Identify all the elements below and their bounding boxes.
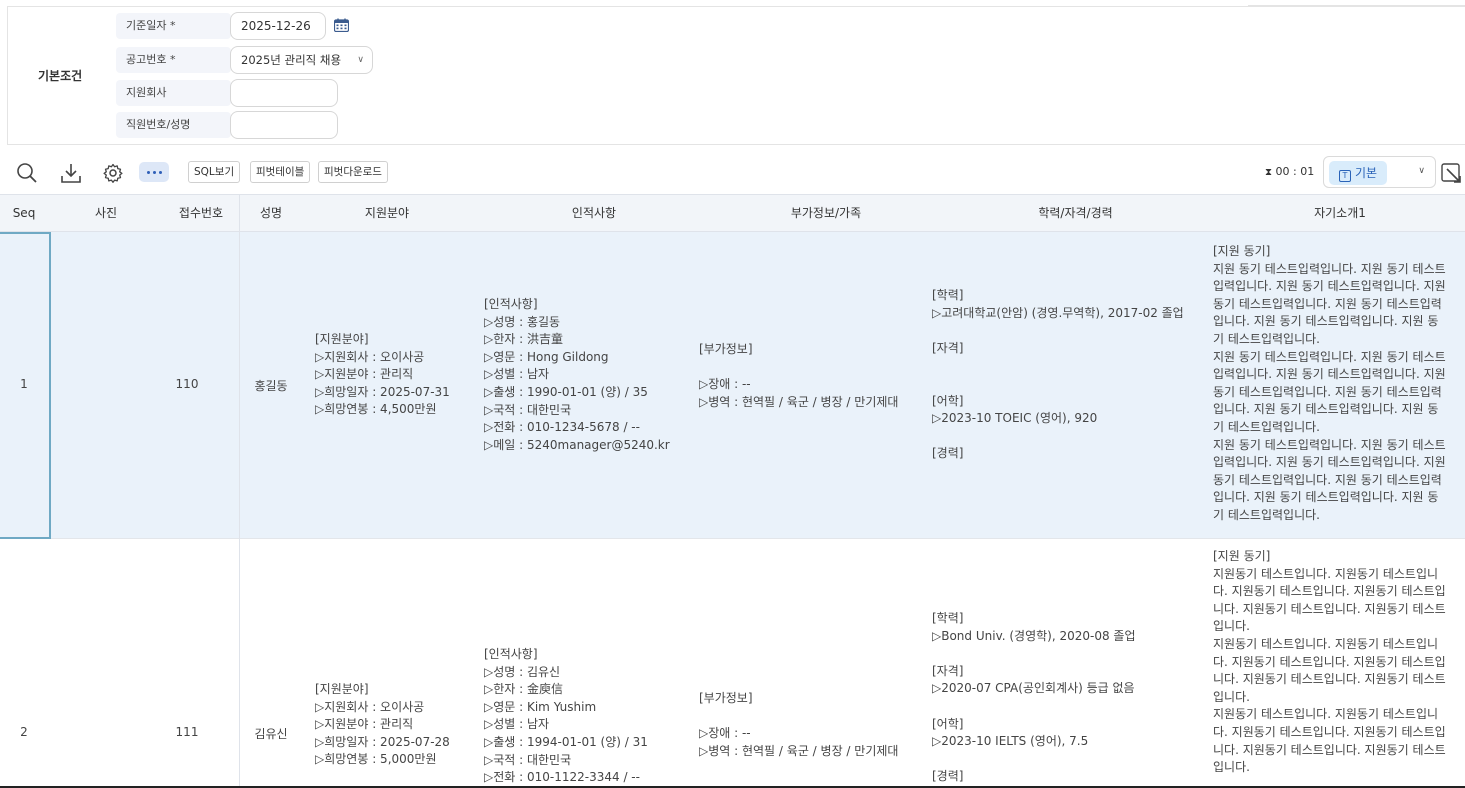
row2-extra: [부가정보] ▷장애 : -- ▷병역 : 현역필 / 육군 / 병장 / 만기…: [699, 691, 899, 758]
hourglass-icon: ⧗: [1265, 167, 1273, 178]
company-input[interactable]: [230, 79, 338, 107]
col-extra[interactable]: 부가정보/가족: [716, 195, 936, 233]
base-date-label: 기준일자 *: [116, 13, 231, 39]
pivot-table-button[interactable]: 피벗테이블: [250, 161, 311, 183]
col-seq[interactable]: Seq: [0, 195, 48, 233]
row2-education: [학력] ▷Bond Univ. (경영학), 2020-08 졸업 [자격] …: [932, 611, 1136, 784]
row1-education: [학력] ▷고려대학교(안암) (경영.무역학), 2017-02 졸업 [자격…: [932, 288, 1184, 461]
more-button[interactable]: [139, 162, 169, 182]
row1-self-intro: [지원 동기] 지원 동기 테스트입력입니다. 지원 동기 테스트입력입니다. …: [1213, 244, 1446, 522]
gear-icon[interactable]: [100, 160, 126, 186]
notice-no-select[interactable]: 2025년 관리직 채용 ∨: [230, 46, 373, 74]
chevron-down-icon: ∨: [1418, 166, 1425, 176]
col-field[interactable]: 지원분야: [302, 195, 472, 233]
calendar-icon[interactable]: [334, 18, 349, 32]
row2-personal: [인적사항] ▷성명 : 김유신 ▷한자 : 金庾信 ▷영문 : Kim Yus…: [484, 647, 648, 785]
col-photo[interactable]: 사진: [50, 195, 162, 233]
col-receipt-no[interactable]: 접수번호: [163, 195, 239, 233]
frozen-divider: [239, 194, 240, 788]
condition-group-label: 기본조건: [38, 69, 83, 83]
row2-self-intro: [지원 동기] 지원동기 테스트입니다. 지원동기 테스트입니다. 지원동기 테…: [1213, 549, 1446, 775]
employee-input[interactable]: [230, 111, 338, 139]
row1-personal: [인적사항] ▷성명 : 홍길동 ▷한자 : 洪吉童 ▷영문 : Hong Gi…: [484, 297, 670, 452]
employee-label: 직원번호/성명: [116, 112, 231, 138]
notice-no-label: 공고번호 *: [116, 47, 231, 73]
view-mode-pill: T 기본: [1329, 161, 1387, 185]
pivot-download-button[interactable]: 피벗다운로드: [318, 161, 388, 183]
row1-receipt-no: 110: [175, 377, 199, 391]
search-icon[interactable]: [14, 160, 40, 186]
base-date-input[interactable]: 2025-12-26: [230, 12, 326, 40]
company-label: 지원회사: [116, 80, 231, 106]
col-name[interactable]: 성명: [240, 195, 302, 233]
chevron-down-icon: ∨: [357, 55, 364, 65]
row1-name: 홍길동: [254, 379, 288, 393]
view-mode-select[interactable]: T 기본 ∨: [1323, 156, 1436, 188]
row2-field: [지원분야] ▷지원회사 : 오이사공 ▷지원분야 : 관리직 ▷희망일자 : …: [315, 682, 450, 767]
view-mode-value: 기본: [1355, 166, 1378, 180]
row1-field: [지원분야] ▷지원회사 : 오이사공 ▷지원분야 : 관리직 ▷희망일자 : …: [315, 332, 450, 417]
row2-seq: 2: [20, 725, 28, 739]
row1-seq: 1: [20, 377, 28, 391]
col-self-intro[interactable]: 자기소개1: [1215, 195, 1465, 233]
more-icon: [146, 170, 150, 174]
elapsed-timer: ⧗ 00 : 01: [1265, 165, 1314, 178]
row1-extra: [부가정보] ▷장애 : -- ▷병역 : 현역필 / 육군 / 병장 / 만기…: [699, 342, 899, 409]
grid-header: Seq 사진 접수번호 성명 지원분야 인적사항 부가정보/가족 학력/자격/경…: [0, 194, 1465, 232]
col-education[interactable]: 학력/자격/경력: [936, 195, 1215, 233]
col-personal[interactable]: 인적사항: [472, 195, 716, 233]
sql-view-button[interactable]: SQL보기: [188, 161, 241, 183]
select-area-icon[interactable]: [1440, 162, 1462, 184]
download-icon[interactable]: [58, 160, 84, 186]
search-condition-panel: 기본조건 기준일자 * 2025-12-26 공고번호 * 2025년 관리직 …: [7, 6, 1465, 145]
text-mode-icon: T: [1339, 170, 1351, 182]
row2-name: 김유신: [254, 727, 288, 741]
timer-value: 00 : 01: [1275, 165, 1315, 178]
notice-no-value: 2025년 관리직 채용: [241, 53, 342, 67]
row2-receipt-no: 111: [175, 725, 199, 739]
